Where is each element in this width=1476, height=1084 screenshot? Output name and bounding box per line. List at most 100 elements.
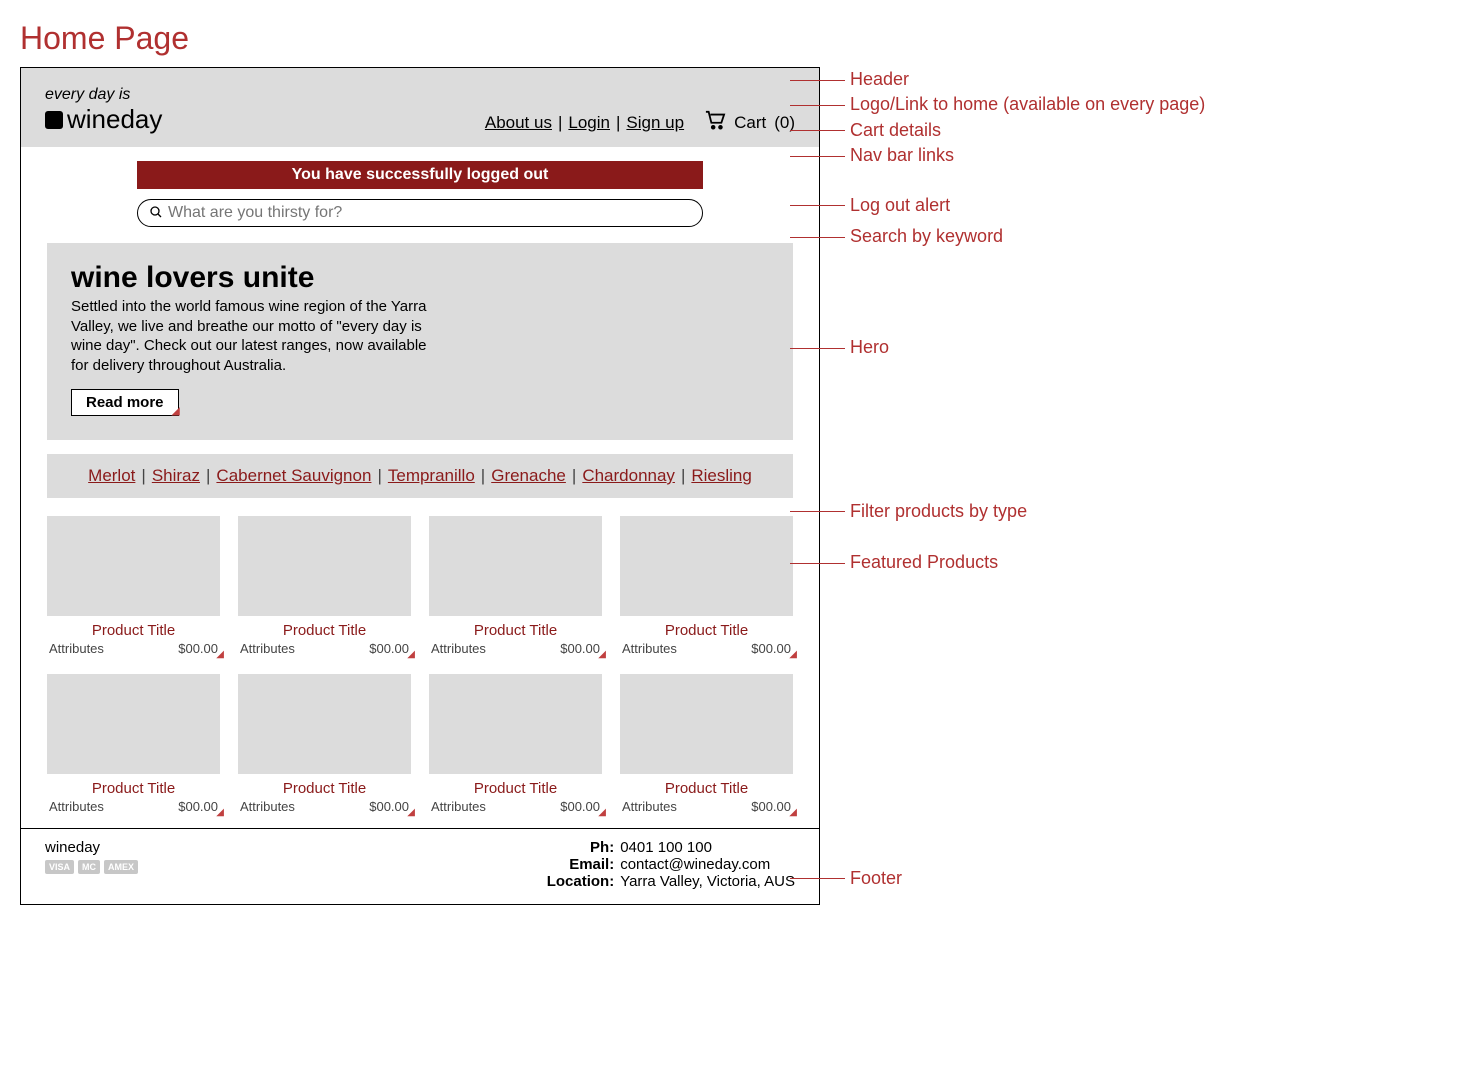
product-price: $00.00: [560, 641, 600, 656]
cart-link[interactable]: Cart (0): [704, 110, 795, 135]
payment-badge-mc: MC: [78, 860, 100, 874]
product-card[interactable]: Product Title Attributes $00.00 ◢: [238, 674, 411, 814]
logout-alert: You have successfully logged out: [137, 161, 703, 189]
annotation-nav: Nav bar links: [850, 145, 954, 165]
brand-name: wineday: [67, 104, 162, 135]
product-image: [620, 674, 793, 774]
product-card[interactable]: Product Title Attributes $00.00 ◢: [47, 516, 220, 656]
product-title: Product Title: [429, 622, 602, 639]
payment-badge-visa: VISA: [45, 860, 74, 874]
product-card[interactable]: Product Title Attributes $00.00 ◢: [429, 674, 602, 814]
link-arrow-icon: ◢: [789, 649, 797, 660]
hero-title: wine lovers unite: [71, 261, 769, 295]
product-price: $00.00: [560, 799, 600, 814]
product-card[interactable]: Product Title Attributes $00.00 ◢: [238, 516, 411, 656]
footer-contact: Ph: 0401 100 100 Email: contact@wineday.co…: [544, 839, 795, 890]
annotation-search: Search by keyword: [850, 226, 1003, 246]
nav-separator: |: [616, 113, 620, 133]
link-arrow-icon: ◢: [407, 649, 415, 660]
filter-separator: |: [377, 466, 381, 485]
nav-separator: |: [558, 113, 562, 133]
product-card[interactable]: Product Title Attributes $00.00 ◢: [429, 516, 602, 656]
product-attributes: Attributes: [49, 799, 104, 814]
contact-location: Yarra Valley, Victoria, AUS: [620, 873, 795, 890]
hero-body: Settled into the world famous wine regio…: [71, 297, 431, 375]
product-title: Product Title: [238, 622, 411, 639]
contact-location-label: Location:: [544, 873, 614, 890]
product-image: [47, 674, 220, 774]
nav-links: About us | Login | Sign up: [485, 113, 684, 133]
filter-cabernet-sauvignon[interactable]: Cabernet Sauvignon: [216, 466, 371, 485]
product-title: Product Title: [620, 780, 793, 797]
product-image: [47, 516, 220, 616]
product-price: $00.00: [369, 641, 409, 656]
link-arrow-icon: ◢: [598, 649, 606, 660]
link-arrow-icon: ◢: [407, 807, 415, 818]
search-input[interactable]: [168, 204, 690, 222]
annotation-footer: Footer: [850, 868, 902, 888]
cart-icon: [704, 110, 726, 135]
contact-email: contact@wineday.com: [620, 856, 770, 873]
product-card[interactable]: Product Title Attributes $00.00 ◢: [620, 516, 793, 656]
product-image: [429, 674, 602, 774]
product-title: Product Title: [47, 780, 220, 797]
contact-email-label: Email:: [544, 856, 614, 873]
product-image: [238, 674, 411, 774]
product-card[interactable]: Product Title Attributes $00.00 ◢: [620, 674, 793, 814]
product-price: $00.00: [751, 641, 791, 656]
product-title: Product Title: [238, 780, 411, 797]
footer: wineday VISAMCAMEX Ph:0401 100 100 Email…: [21, 828, 819, 904]
filter-chardonnay[interactable]: Chardonnay: [582, 466, 675, 485]
payment-icons: VISA MC AMEX: [45, 860, 138, 874]
filter-separator: |: [681, 466, 685, 485]
product-card[interactable]: Product Title Attributes $00.00 ◢: [47, 674, 220, 814]
filter-separator: |: [481, 466, 485, 485]
annotation-logo: Logo/Link to home (available on every pa…: [850, 94, 1205, 114]
page-title: Home Page: [20, 20, 820, 57]
contact-ph-label: Ph:: [544, 839, 614, 856]
nav-login[interactable]: Login: [568, 113, 610, 133]
logo-icon: [45, 111, 63, 129]
link-arrow-icon: ◢: [216, 807, 224, 818]
hero: wine lovers unite Settled into the world…: [47, 243, 793, 440]
product-title: Product Title: [620, 622, 793, 639]
product-price: $00.00: [178, 641, 218, 656]
annotation-header: Header: [850, 69, 909, 89]
product-image: [238, 516, 411, 616]
link-arrow-icon: ◢: [789, 807, 797, 818]
read-more-label: Read more: [86, 394, 164, 411]
read-more-button[interactable]: Read more ◢: [71, 389, 179, 416]
filter-grenache[interactable]: Grenache: [491, 466, 566, 485]
annotation-products: Featured Products: [850, 552, 998, 572]
link-arrow-icon: ◢: [216, 649, 224, 660]
product-attributes: Attributes: [431, 799, 486, 814]
link-arrow-icon: ◢: [598, 807, 606, 818]
filter-separator: |: [206, 466, 210, 485]
annotation-hero: Hero: [850, 337, 889, 357]
product-title: Product Title: [429, 780, 602, 797]
search-field[interactable]: [137, 199, 703, 227]
product-attributes: Attributes: [240, 799, 295, 814]
product-title: Product Title: [47, 622, 220, 639]
product-attributes: Attributes: [622, 799, 677, 814]
filter-shiraz[interactable]: Shiraz: [152, 466, 200, 485]
nav-about-us[interactable]: About us: [485, 113, 552, 133]
nav-signup[interactable]: Sign up: [626, 113, 684, 133]
filter-riesling[interactable]: Riesling: [691, 466, 751, 485]
logo-link[interactable]: every day is wineday: [45, 86, 162, 135]
filter-tempranillo[interactable]: Tempranillo: [388, 466, 475, 485]
annotation-alert: Log out alert: [850, 195, 950, 215]
product-price: $00.00: [369, 799, 409, 814]
filter-merlot[interactable]: Merlot: [88, 466, 135, 485]
filter-bar: Merlot | Shiraz | Cabernet Sauvignon | Tempran…: [47, 454, 793, 498]
contact-ph: 0401 100 100: [620, 839, 712, 856]
product-attributes: Attributes: [240, 641, 295, 656]
product-price: $00.00: [178, 799, 218, 814]
search-icon: [150, 206, 162, 221]
product-image: [620, 516, 793, 616]
link-arrow-icon: ◢: [172, 406, 180, 417]
annotation-cart: Cart details: [850, 120, 941, 140]
mockup-frame: every day is wineday About us | Login | …: [20, 67, 820, 905]
product-attributes: Attributes: [49, 641, 104, 656]
payment-badge-amex: AMEX: [104, 860, 138, 874]
